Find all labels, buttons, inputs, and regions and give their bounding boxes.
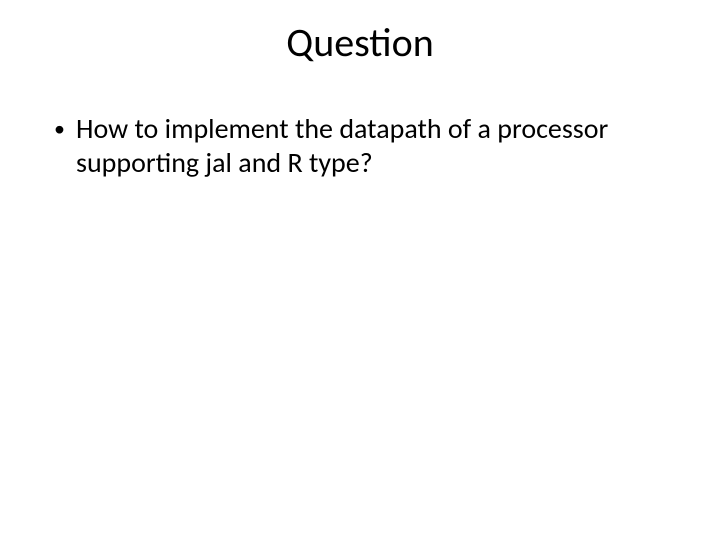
slide-title: Question [0, 18, 720, 67]
bullet-text: How to implement the datapath of a proce… [76, 112, 666, 179]
slide-body: • How to implement the datapath of a pro… [54, 112, 666, 179]
bullet-marker: • [54, 112, 76, 146]
slide: Question • How to implement the datapath… [0, 0, 720, 540]
bullet-item: • How to implement the datapath of a pro… [54, 112, 666, 179]
